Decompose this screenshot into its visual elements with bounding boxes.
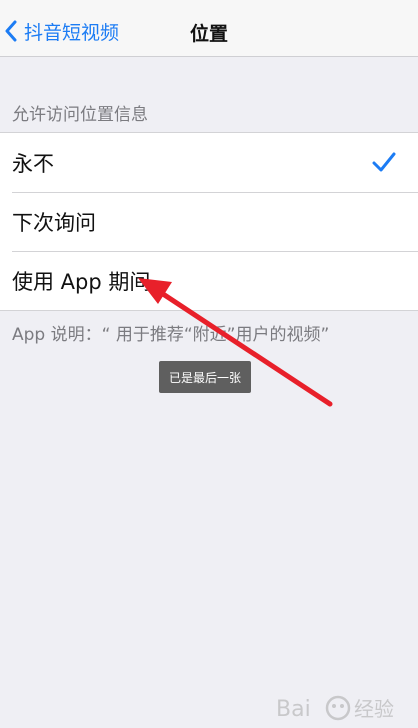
option-label: 永不 (12, 151, 54, 176)
option-label: 使用 App 期间 (12, 269, 151, 294)
checkmark-icon (372, 152, 396, 172)
baidu-jingyan-watermark: Bai 经验 (276, 695, 394, 722)
option-label: 下次询问 (12, 210, 96, 235)
section-header: 允许访问位置信息 (12, 105, 148, 125)
location-options-list: 永不 下次询问 使用 App 期间 (0, 132, 418, 311)
navigation-bar: 抖音短视频 位置 (0, 6, 418, 57)
toast-message: 已是最后一张 (159, 361, 251, 393)
app-usage-description: App 说明：“ 用于推荐“附近”用户的视频” (12, 325, 330, 345)
svg-text:经验: 经验 (354, 697, 394, 721)
option-ask-next-time[interactable]: 下次询问 (0, 192, 418, 251)
page-title: 位置 (189, 23, 228, 45)
svg-text:Bai: Bai (276, 697, 311, 722)
option-never[interactable]: 永不 (0, 133, 418, 192)
option-while-using-app[interactable]: 使用 App 期间 (0, 251, 418, 310)
